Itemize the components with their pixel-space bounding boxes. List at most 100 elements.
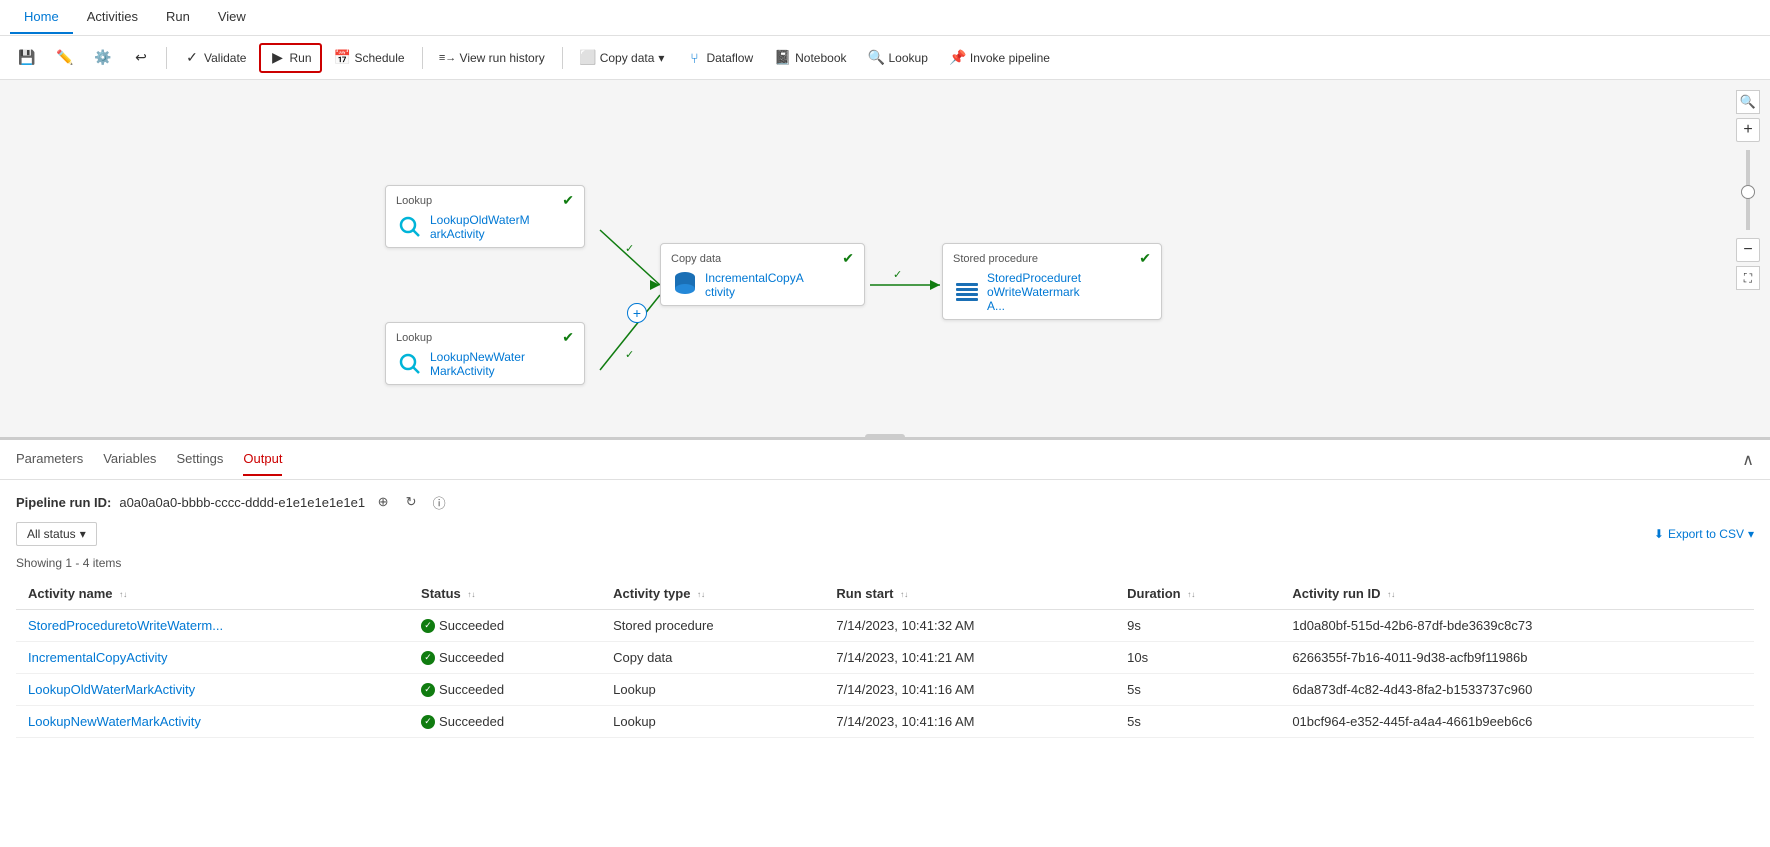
tab-settings[interactable]: Settings xyxy=(176,443,223,476)
node-lookup2-header: Lookup ✔ xyxy=(396,329,574,346)
history-icon: ≡→ xyxy=(440,50,456,66)
status-filter-dropdown[interactable]: All status ▾ xyxy=(16,522,97,546)
tab-home[interactable]: Home xyxy=(10,1,73,34)
save-button[interactable]: 💾 xyxy=(10,44,44,72)
table-row: StoredProceduretoWriteWaterm... ✓ Succeede… xyxy=(16,610,1754,642)
filter-row: All status ▾ ⬇ Export to CSV ▾ xyxy=(16,522,1754,546)
zoom-out-button[interactable]: − xyxy=(1736,238,1760,262)
activity-name-link[interactable]: LookupNewWaterMarkActivity xyxy=(28,714,201,729)
zoom-controls: 🔍 + − ⛶ xyxy=(1736,90,1760,290)
run-button[interactable]: ▶ Run xyxy=(259,43,321,73)
activity-type-cell: Copy data xyxy=(601,642,824,674)
svg-text:✓: ✓ xyxy=(625,243,634,255)
validate-icon: ✓ xyxy=(184,50,200,66)
refresh-button[interactable]: ↻ xyxy=(401,492,421,512)
node-lookup2-type: Lookup xyxy=(396,332,432,344)
node-lookup1-header: Lookup ✔ xyxy=(396,192,574,209)
validate-button[interactable]: ✓ Validate xyxy=(175,44,255,72)
add-connector-btn[interactable]: + xyxy=(627,303,647,323)
separator-3 xyxy=(562,47,563,69)
svg-text:✓: ✓ xyxy=(625,349,634,361)
run-icon: ▶ xyxy=(269,50,285,66)
activity-name-link[interactable]: StoredProceduretoWriteWaterm... xyxy=(28,618,223,633)
node-storedproc-label: StoredProceduretoWriteWatermarkA... xyxy=(987,271,1087,313)
pipeline-canvas-area: ✓ ✓ ✓ Lookup ✔ LookupOldWaterMarkActivit… xyxy=(0,80,1770,440)
undo-button[interactable]: ↩ xyxy=(124,44,158,72)
collapse-handle[interactable] xyxy=(865,434,905,440)
node-lookup2[interactable]: Lookup ✔ LookupNewWaterMarkActivity xyxy=(385,322,585,385)
status-dot: ✓ xyxy=(421,651,435,665)
node-storedproc-header: Stored procedure ✔ xyxy=(953,250,1151,267)
tab-activities[interactable]: Activities xyxy=(73,1,152,34)
run-id-cell: 6266355f-7b16-4011-9d38-acfb9f11986b xyxy=(1280,642,1754,674)
activity-name-link[interactable]: LookupOldWaterMarkActivity xyxy=(28,682,195,697)
node-lookup1-type: Lookup xyxy=(396,195,432,207)
node-copydata[interactable]: Copy data ✔ IncrementalCopyActivity xyxy=(660,243,865,306)
node-storedproc[interactable]: Stored procedure ✔ StoredProceduretoWrit… xyxy=(942,243,1162,320)
table-row: IncrementalCopyActivity ✓ Succeeded Copy da… xyxy=(16,642,1754,674)
info-button[interactable]: ⓘ xyxy=(429,492,449,512)
col-run-start[interactable]: Run start ↑↓ xyxy=(824,578,1115,610)
status-badge: ✓ Succeeded xyxy=(421,650,589,665)
node-lookup1-label: LookupOldWaterMarkActivity xyxy=(430,213,530,241)
edit-button[interactable]: ✏️ xyxy=(48,44,82,72)
dataflow-button[interactable]: ⑂ Dataflow xyxy=(677,44,762,72)
canvas-search-button[interactable]: 🔍 xyxy=(1736,90,1760,114)
export-csv-button[interactable]: ⬇ Export to CSV ▾ xyxy=(1654,527,1754,541)
invoke-pipeline-button[interactable]: 📌 Invoke pipeline xyxy=(941,44,1059,72)
col-duration[interactable]: Duration ↑↓ xyxy=(1115,578,1280,610)
validate-label: Validate xyxy=(204,51,246,65)
fullscreen-button[interactable]: ⛶ xyxy=(1736,266,1760,290)
svg-text:✓: ✓ xyxy=(893,269,902,281)
tab-view[interactable]: View xyxy=(204,1,260,34)
status-label: Succeeded xyxy=(439,618,504,633)
copy-data-button[interactable]: ⬜ Copy data ▾ xyxy=(571,44,674,72)
col-activity-run-id[interactable]: Activity run ID ↑↓ xyxy=(1280,578,1754,610)
zoom-in-button[interactable]: + xyxy=(1736,118,1760,142)
col-activity-type[interactable]: Activity type ↑↓ xyxy=(601,578,824,610)
status-badge: ✓Succeeded xyxy=(421,714,589,729)
activity-name-link[interactable]: IncrementalCopyActivity xyxy=(28,650,167,665)
export-dropdown-icon: ▾ xyxy=(1748,527,1754,541)
tab-run[interactable]: Run xyxy=(152,1,204,34)
schedule-button[interactable]: 📅 Schedule xyxy=(326,44,414,72)
save-icon: 💾 xyxy=(19,50,35,66)
bottom-panel: Parameters Variables Settings Output ∧ P… xyxy=(0,440,1770,847)
node-lookup1[interactable]: Lookup ✔ LookupOldWaterMarkActivity xyxy=(385,185,585,248)
invoke-pipeline-icon: 📌 xyxy=(950,50,966,66)
table-row: LookupOldWaterMarkActivity ✓Succeeded Look… xyxy=(16,674,1754,706)
copy-data-dropdown-icon: ▾ xyxy=(658,51,664,65)
zoom-slider-thumb[interactable] xyxy=(1741,185,1755,199)
status-badge: ✓Succeeded xyxy=(421,682,589,697)
tab-output[interactable]: Output xyxy=(243,443,282,476)
zoom-slider[interactable] xyxy=(1746,150,1750,230)
run-label: Run xyxy=(289,51,311,65)
notebook-button[interactable]: 📓 Notebook xyxy=(766,44,855,72)
status-filter-chevron: ▾ xyxy=(80,527,86,541)
settings-button[interactable]: ⚙️ xyxy=(86,44,120,72)
duration-cell: 9s xyxy=(1115,610,1280,642)
notebook-icon: 📓 xyxy=(775,50,791,66)
col-activity-name[interactable]: Activity name ↑↓ xyxy=(16,578,409,610)
col-status[interactable]: Status ↑↓ xyxy=(409,578,601,610)
edit-icon: ✏️ xyxy=(57,50,73,66)
status-label: Succeeded xyxy=(439,650,504,665)
tab-parameters[interactable]: Parameters xyxy=(16,443,83,476)
run-id-cell: 6da873df-4c82-4d43-8fa2-b1533737c960 xyxy=(1280,674,1754,706)
notebook-label: Notebook xyxy=(795,51,846,65)
toolbar: 💾 ✏️ ⚙️ ↩ ✓ Validate ▶ Run 📅 Schedule ≡→… xyxy=(0,36,1770,80)
output-content: Pipeline run ID: a0a0a0a0-bbbb-cccc-dddd… xyxy=(0,480,1770,750)
run-start-cell: 7/14/2023, 10:41:16 AM xyxy=(824,674,1115,706)
run-id-label: Pipeline run ID: xyxy=(16,495,111,510)
lookup-button[interactable]: 🔍 Lookup xyxy=(860,44,937,72)
status-dot: ✓ xyxy=(421,619,435,633)
tab-variables[interactable]: Variables xyxy=(103,443,156,476)
duration-cell: 5s xyxy=(1115,706,1280,738)
view-run-history-button[interactable]: ≡→ View run history xyxy=(431,44,554,72)
panel-collapse-button[interactable]: ∧ xyxy=(1742,450,1754,470)
activity-type-cell: Stored procedure xyxy=(601,610,824,642)
copy-run-id-button[interactable]: ⊕ xyxy=(373,492,393,512)
run-id-value: a0a0a0a0-bbbb-cccc-dddd-e1e1e1e1e1e1 xyxy=(119,495,365,510)
node-storedproc-status: ✔ xyxy=(1139,250,1151,267)
activity-type-cell: Lookup xyxy=(601,674,824,706)
